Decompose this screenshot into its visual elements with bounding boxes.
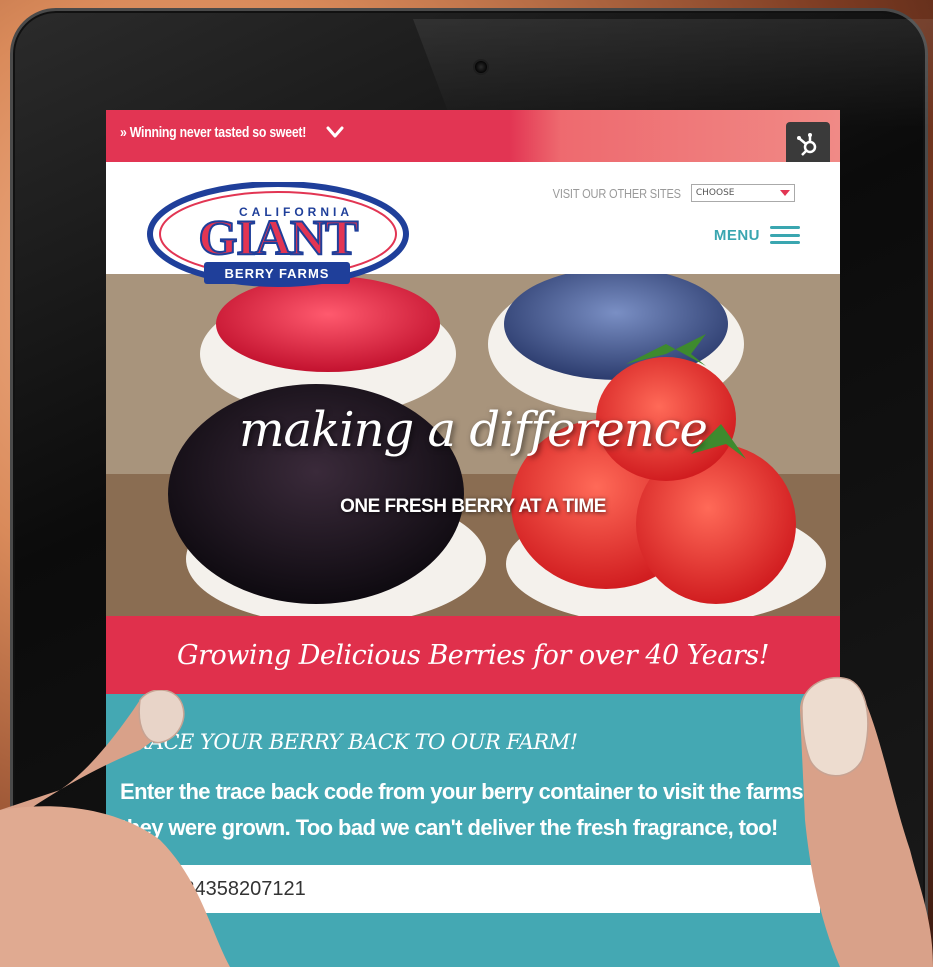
- hamburger-icon: [770, 226, 800, 244]
- banner-text: Growing Delicious Berries for over 40 Ye…: [177, 639, 769, 671]
- trace-code-value: 52134358207121: [150, 877, 306, 900]
- top-bar: » Winning never tasted so sweet!: [106, 110, 840, 166]
- menu-label: MENU: [713, 226, 760, 244]
- site-header: CALIFORNIA GIANT BERRY FARMS VISIT OUR O…: [106, 162, 840, 287]
- hero-title: making a difference: [239, 402, 708, 458]
- chevron-down-icon[interactable]: [325, 122, 345, 142]
- trace-title: TRACE YOUR BERRY BACK TO OUR FARM!: [120, 730, 578, 754]
- trace-button[interactable]: TRACE: [114, 930, 206, 967]
- logo-main-text: GIANT: [199, 209, 359, 265]
- tablet-screen: » Winning never tasted so sweet! CALIFOR…: [106, 110, 840, 967]
- hero-banner: making a difference ONE FRESH BERRY AT A…: [106, 274, 840, 616]
- other-sites-label: VISIT OUR OTHER SITES: [552, 185, 681, 201]
- logo-bottom-text: BERRY FARMS: [225, 266, 330, 281]
- hubspot-icon[interactable]: [786, 122, 830, 166]
- dropdown-arrow-icon: [779, 190, 790, 196]
- trace-section: TRACE YOUR BERRY BACK TO OUR FARM! Enter…: [106, 694, 840, 967]
- other-sites-value: CHOOSE: [695, 188, 735, 198]
- trace-desc-line-2: they were grown. Too bad we can't delive…: [120, 815, 778, 840]
- other-sites: VISIT OUR OTHER SITES CHOOSE: [530, 184, 795, 202]
- hero-subtitle: ONE FRESH BERRY AT A TIME: [340, 496, 606, 517]
- camera-icon: [473, 59, 489, 75]
- california-giant-logo[interactable]: CALIFORNIA GIANT BERRY FARMS: [146, 181, 410, 292]
- trace-desc-line-1: Enter the trace back code from your berr…: [120, 779, 840, 804]
- tagline-toggle[interactable]: » Winning never tasted so sweet!: [120, 122, 345, 142]
- menu-button[interactable]: MENU: [714, 226, 800, 244]
- tagline-text: » Winning never tasted so sweet!: [120, 123, 307, 141]
- trace-description: Enter the trace back code from your berr…: [120, 774, 840, 846]
- promo-banner: Growing Delicious Berries for over 40 Ye…: [106, 616, 840, 694]
- other-sites-select[interactable]: CHOOSE: [690, 184, 795, 202]
- trace-code-input[interactable]: 52134358207121: [120, 865, 820, 913]
